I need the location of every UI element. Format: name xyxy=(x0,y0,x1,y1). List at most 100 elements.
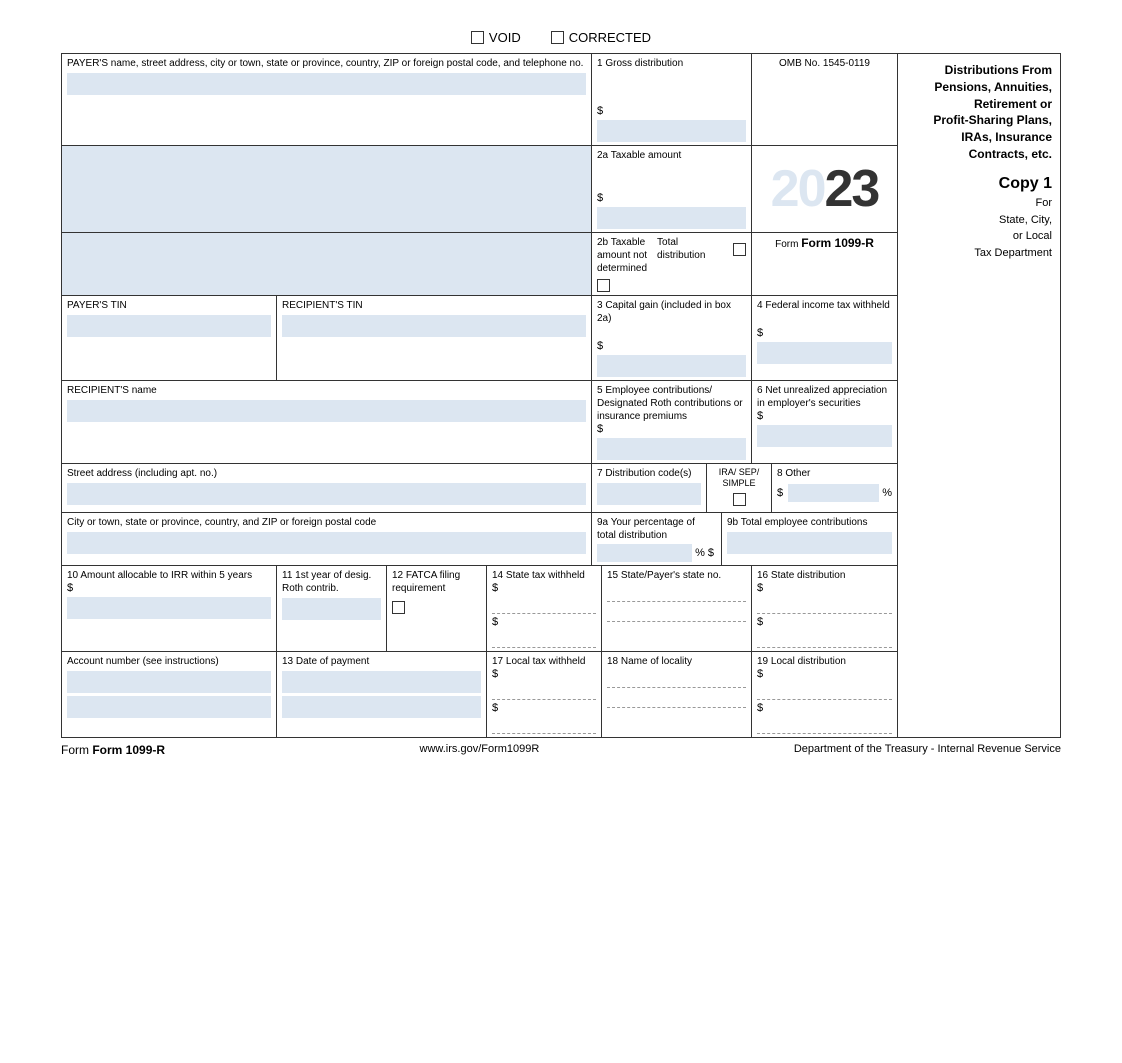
city-label: City or town, state or province, country… xyxy=(67,516,586,529)
box9a-dollar: $ xyxy=(708,547,714,559)
box19-input2[interactable] xyxy=(757,716,892,734)
row2: 2a Taxable amount $ 2023 xyxy=(62,146,897,233)
street-block: Street address (including apt. no.) xyxy=(62,464,592,512)
box2b-taxable: 2b Taxable amount not determined xyxy=(597,236,647,275)
recipient-name-input[interactable] xyxy=(67,400,586,422)
form-word: Form xyxy=(775,239,801,250)
corrected-checkbox[interactable] xyxy=(551,31,564,44)
box13-block: 13 Date of payment xyxy=(277,652,487,737)
box8-block: 8 Other $ % xyxy=(772,464,897,512)
box14-input1[interactable] xyxy=(492,596,596,614)
box15-input2[interactable] xyxy=(607,604,746,622)
box7-block: 7 Distribution code(s) xyxy=(592,464,707,512)
footer-form-name: Form 1099-R xyxy=(92,743,165,757)
account-input[interactable] xyxy=(67,671,271,693)
payer-spacer2 xyxy=(62,233,592,295)
total-dist-checkbox[interactable] xyxy=(733,243,746,256)
box1-dollar-row: $ xyxy=(597,105,746,117)
recipient-tin-label: RECIPIENT'S TIN xyxy=(282,299,586,312)
form-body: PAYER'S name, street address, city or to… xyxy=(61,53,1061,738)
box13-input2[interactable] xyxy=(282,696,481,718)
payer-name-input[interactable] xyxy=(67,73,586,95)
account-label: Account number (see instructions) xyxy=(67,655,271,668)
row4: PAYER'S TIN RECIPIENT'S TIN 3 Capital ga… xyxy=(62,296,897,381)
box4-input[interactable] xyxy=(757,342,892,364)
box19-dollar-row1: $ xyxy=(757,668,892,680)
box18-input1[interactable] xyxy=(607,670,746,688)
box13-input[interactable] xyxy=(282,671,481,693)
payer-name-block: PAYER'S name, street address, city or to… xyxy=(62,54,592,145)
copy-sub3: Tax Department xyxy=(906,245,1052,262)
box1-input[interactable] xyxy=(597,120,746,142)
box2a-input[interactable] xyxy=(597,207,746,229)
box16-input2[interactable] xyxy=(757,630,892,648)
box10-dollar: $ xyxy=(67,582,73,594)
recipient-tin-block: RECIPIENT'S TIN xyxy=(277,296,592,380)
box17-dollar-row1: $ xyxy=(492,668,596,680)
box6-dollar-row: $ xyxy=(757,410,892,422)
row7: City or town, state or province, country… xyxy=(62,513,897,566)
box4-dollar-row: $ xyxy=(757,327,892,339)
footer-form-label: Form Form 1099-R xyxy=(61,743,165,757)
copy-label: Copy 1 xyxy=(906,173,1052,195)
box19-dollar2: $ xyxy=(757,702,763,714)
box2b-checkbox[interactable] xyxy=(597,279,610,292)
box10-input[interactable] xyxy=(67,597,271,619)
street-input[interactable] xyxy=(67,483,586,505)
total-dist-label: Total distribution xyxy=(657,236,728,262)
box17-input2[interactable] xyxy=(492,716,596,734)
box6-label: 6 Net unrealized appreciation in employe… xyxy=(757,384,892,410)
box8-dollar: $ xyxy=(777,487,783,499)
city-block: City or town, state or province, country… xyxy=(62,513,592,565)
box16-dollar-row2: $ xyxy=(757,616,892,628)
row8: 10 Amount allocable to IRR within 5 year… xyxy=(62,566,897,652)
right-info-panel: Distributions From Pensions, Annuities, … xyxy=(898,54,1060,737)
box19-label: 19 Local distribution xyxy=(757,655,892,668)
box9b-input[interactable] xyxy=(727,532,892,554)
payer-tin-input[interactable] xyxy=(67,315,271,337)
box9a-label: 9a Your percentage of total distribution xyxy=(597,516,716,542)
box9a-input[interactable] xyxy=(597,544,692,562)
box9a-percent: % xyxy=(695,547,705,559)
box5-block: 5 Employee contributions/ Designated Rot… xyxy=(592,381,752,463)
box5-dollar: $ xyxy=(597,423,603,435)
box6-dollar: $ xyxy=(757,410,763,422)
box11-label: 11 1st year of desig. Roth contrib. xyxy=(282,569,381,595)
box17-input1[interactable] xyxy=(492,682,596,700)
box10-label: 10 Amount allocable to IRR within 5 year… xyxy=(67,569,271,582)
fatca-checkbox[interactable] xyxy=(392,601,405,614)
account-input2[interactable] xyxy=(67,696,271,718)
box3-label: 3 Capital gain (included in box 2a) xyxy=(597,299,746,325)
box8-input[interactable] xyxy=(788,484,879,502)
title-line6: Contracts, etc. xyxy=(906,146,1052,163)
copy-sub: For State, City, or Local Tax Department xyxy=(906,195,1052,261)
box7-input[interactable] xyxy=(597,483,701,505)
box10-block: 10 Amount allocable to IRR within 5 year… xyxy=(62,566,277,651)
box6-input[interactable] xyxy=(757,425,892,447)
void-checkbox[interactable] xyxy=(471,31,484,44)
box16-dollar-row1: $ xyxy=(757,582,892,594)
box4-label: 4 Federal income tax withheld xyxy=(757,299,892,312)
form-1099r-label: Form 1099-R xyxy=(801,236,874,250)
box11-input[interactable] xyxy=(282,598,381,620)
box5-input[interactable] xyxy=(597,438,746,460)
ira-label: IRA/ SEP/ SIMPLE xyxy=(712,467,766,489)
box14-input2[interactable] xyxy=(492,630,596,648)
box14-dollar-row1: $ xyxy=(492,582,596,594)
box2a-block: 2a Taxable amount $ xyxy=(592,146,752,232)
box1-dollar: $ xyxy=(597,105,603,117)
void-label: VOID xyxy=(489,30,521,45)
footer-url: www.irs.gov/Form1099R xyxy=(420,743,540,757)
box17-dollar2: $ xyxy=(492,702,498,714)
row6: Street address (including apt. no.) 7 Di… xyxy=(62,464,897,513)
box15-input1[interactable] xyxy=(607,584,746,602)
box19-input1[interactable] xyxy=(757,682,892,700)
box18-input2[interactable] xyxy=(607,690,746,708)
ira-checkbox[interactable] xyxy=(733,493,746,506)
box16-input1[interactable] xyxy=(757,596,892,614)
city-input[interactable] xyxy=(67,532,586,554)
year-prefix: 20 xyxy=(771,159,825,219)
box3-input[interactable] xyxy=(597,355,746,377)
recipient-tin-input[interactable] xyxy=(282,315,586,337)
box4-block: 4 Federal income tax withheld $ xyxy=(752,296,897,380)
